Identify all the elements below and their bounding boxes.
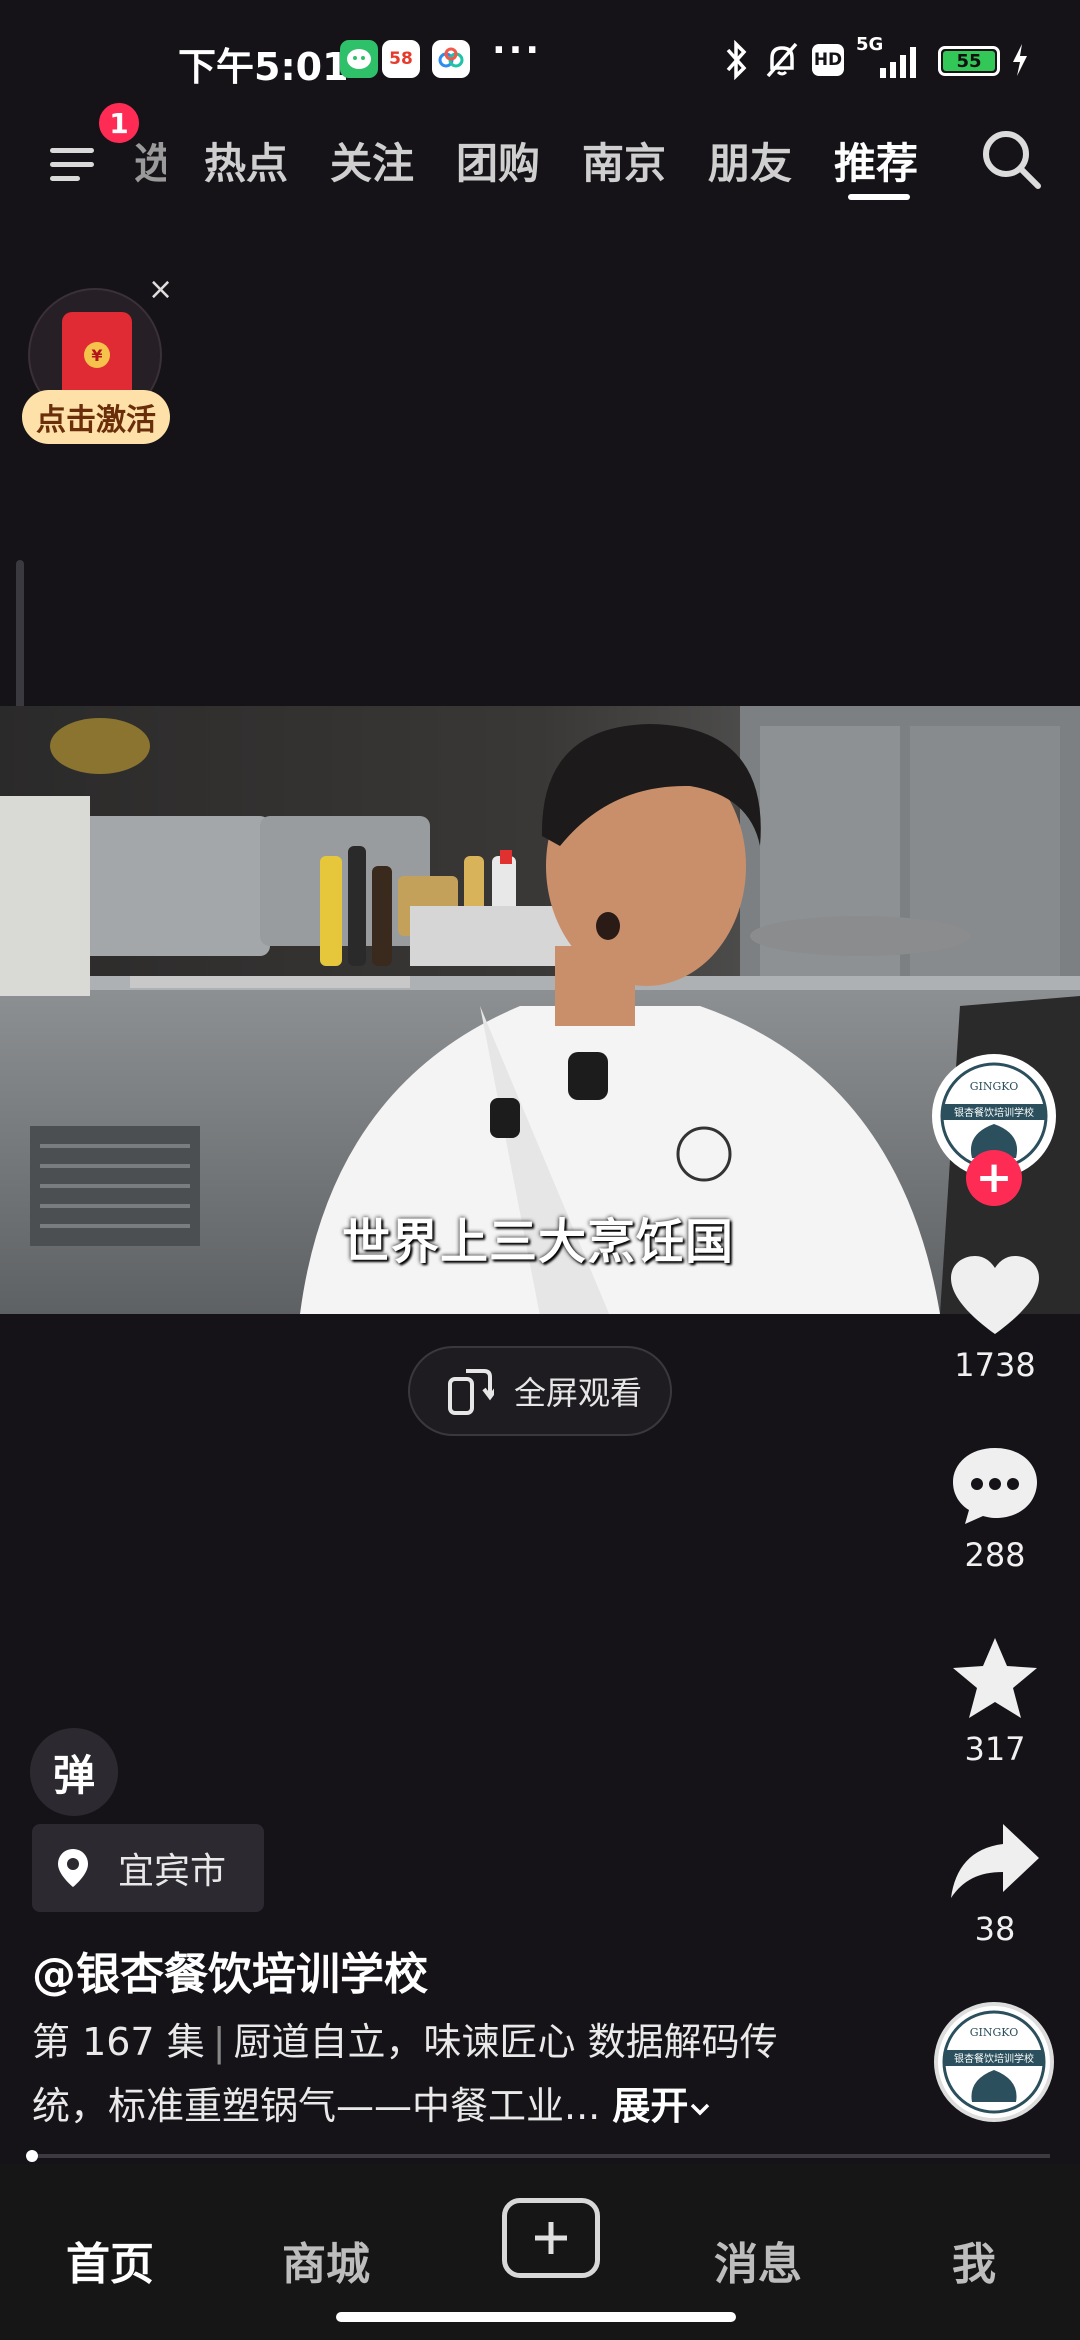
svg-text:银杏餐饮培训学校: 银杏餐饮培训学校 bbox=[954, 2052, 1034, 2065]
top-nav: 选 热点 关注 团购 南京 朋友 推荐 bbox=[0, 112, 1080, 212]
desc-line-1: 第 167 集 | 厨道自立，味谏匠心 数据解码传 bbox=[32, 2010, 872, 2074]
location-label: 宜宾市 bbox=[118, 1851, 227, 1892]
tab-follow[interactable]: 关注 bbox=[330, 130, 414, 191]
tab-hot[interactable]: 热点 bbox=[204, 130, 288, 191]
location-pin-icon bbox=[58, 1849, 88, 1887]
episode-label[interactable]: 第 167 集 bbox=[32, 2020, 205, 2064]
bluetooth-icon bbox=[722, 38, 752, 82]
expand-button[interactable]: 展开 bbox=[612, 2084, 712, 2128]
tab-nanjing[interactable]: 南京 bbox=[582, 130, 666, 191]
star-icon bbox=[953, 1638, 1037, 1718]
desc-text-1: 厨道自立，味谏匠心 数据解码传 bbox=[233, 2020, 778, 2064]
video-subtitle: 世界上三大烹饪国 bbox=[342, 1214, 735, 1270]
favorite-count: 317 bbox=[964, 1730, 1026, 1768]
expand-label: 展开 bbox=[612, 2084, 689, 2128]
tab-recommend[interactable]: 推荐 bbox=[834, 130, 918, 191]
heart-icon bbox=[951, 1256, 1039, 1334]
like-count: 1738 bbox=[954, 1346, 1036, 1384]
menu-line bbox=[50, 162, 94, 167]
tab-partial[interactable]: 选 bbox=[134, 130, 166, 191]
location-tag[interactable]: 宜宾市 bbox=[32, 1824, 264, 1912]
comment-count: 288 bbox=[964, 1536, 1026, 1574]
home-indicator[interactable] bbox=[336, 2312, 736, 2322]
fullscreen-label: 全屏观看 bbox=[514, 1374, 643, 1412]
battery-icon: 55 bbox=[938, 46, 1000, 76]
desc-text-2: 统，标准重塑锅气——中餐工业... bbox=[32, 2084, 601, 2128]
nav-home[interactable]: 首页 bbox=[66, 2228, 154, 2292]
share-count: 38 bbox=[974, 1910, 1016, 1948]
create-post-button[interactable] bbox=[502, 2198, 600, 2278]
battery-level: 55 bbox=[943, 51, 995, 72]
signal-icon bbox=[878, 38, 924, 82]
nav-mall[interactable]: 商城 bbox=[282, 2228, 370, 2292]
tab-friends[interactable]: 朋友 bbox=[708, 130, 792, 191]
like-button[interactable]: 1738 bbox=[930, 1254, 1060, 1384]
plus-icon bbox=[535, 2222, 567, 2254]
share-button[interactable]: 38 bbox=[930, 1818, 1060, 1948]
favorite-button[interactable]: 317 bbox=[930, 1634, 1060, 1768]
share-arrow-icon bbox=[951, 1824, 1039, 1898]
red-envelope-icon: ¥ bbox=[62, 312, 132, 400]
separator: | bbox=[212, 2020, 226, 2064]
tab-group-buy[interactable]: 团购 bbox=[456, 130, 540, 191]
charging-icon bbox=[1010, 38, 1030, 82]
danmu-toggle-button[interactable]: 弹 bbox=[30, 1728, 118, 1816]
comment-button[interactable]: 288 bbox=[930, 1444, 1060, 1574]
status-bar: 下午5:01 58 ··· HD 5G 55 bbox=[0, 0, 1080, 120]
hd-indicator: HD bbox=[812, 44, 844, 76]
status-time: 下午5:01 bbox=[178, 45, 349, 89]
close-promo-button[interactable]: × bbox=[148, 272, 173, 307]
music-disc[interactable]: GINGKO 银杏餐饮培训学校 bbox=[934, 2002, 1054, 2122]
svg-text:银杏餐饮培训学校: 银杏餐饮培训学校 bbox=[954, 1106, 1034, 1119]
chevron-down-icon bbox=[691, 2103, 710, 2116]
comment-icon bbox=[953, 1448, 1037, 1524]
search-button[interactable] bbox=[976, 124, 1046, 194]
nav-messages[interactable]: 消息 bbox=[714, 2228, 802, 2292]
desc-line-2: 统，标准重塑锅气——中餐工业... 展开 bbox=[32, 2074, 872, 2138]
scroll-indicator bbox=[16, 560, 24, 720]
coin-icon: ¥ bbox=[84, 342, 110, 368]
svg-text:GINGKO: GINGKO bbox=[970, 2026, 1019, 2039]
video-progress-bar[interactable] bbox=[30, 2154, 1050, 2158]
bottom-nav: 首页 商城 消息 我 bbox=[0, 2164, 1080, 2340]
menu-notification-badge: 1 bbox=[96, 100, 142, 146]
rotate-screen-icon bbox=[448, 1369, 494, 1415]
activate-button[interactable]: 点击激活 bbox=[22, 390, 170, 444]
more-notifications: ··· bbox=[492, 30, 543, 71]
58-app-icon: 58 bbox=[382, 40, 420, 78]
video-frame[interactable]: 世界上三大烹饪国 bbox=[0, 706, 1080, 1314]
svg-text:GINGKO: GINGKO bbox=[970, 1080, 1019, 1093]
nav-me[interactable]: 我 bbox=[952, 2228, 996, 2292]
wechat-icon bbox=[340, 40, 378, 78]
follow-button[interactable]: + bbox=[966, 1150, 1022, 1206]
app-screen: 下午5:01 58 ··· HD 5G 55 选 热点 关注 团购 南京 朋友 … bbox=[0, 0, 1080, 2340]
gingko-logo-icon: GINGKO 银杏餐饮培训学校 bbox=[940, 2008, 1048, 2116]
fullscreen-button[interactable]: 全屏观看 bbox=[408, 1346, 672, 1436]
active-tab-indicator bbox=[848, 194, 910, 200]
mute-bell-icon bbox=[762, 38, 802, 82]
menu-line bbox=[50, 148, 94, 153]
cloud-app-icon bbox=[432, 40, 470, 78]
search-icon bbox=[983, 131, 1041, 189]
author-name[interactable]: @银杏餐饮培训学校 bbox=[32, 1938, 428, 2002]
post-description[interactable]: 第 167 集 | 厨道自立，味谏匠心 数据解码传 统，标准重塑锅气——中餐工业..… bbox=[32, 2010, 872, 2138]
menu-line bbox=[50, 176, 80, 181]
progress-handle[interactable] bbox=[26, 2150, 38, 2162]
